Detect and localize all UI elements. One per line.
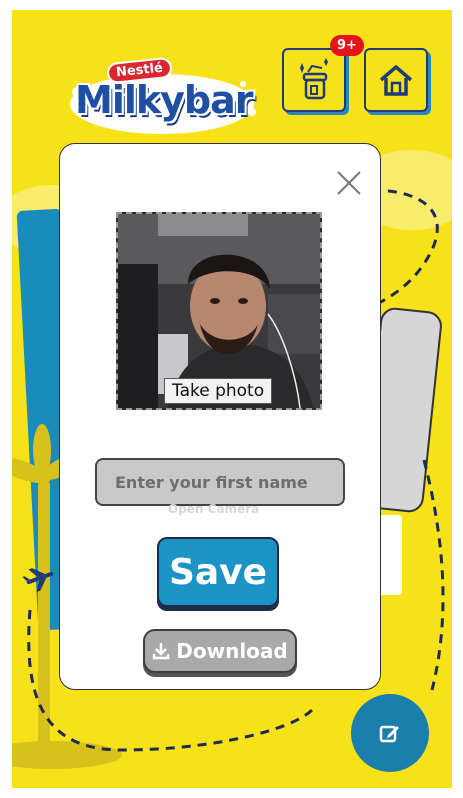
edit-icon	[379, 725, 399, 743]
flight-path-right	[422, 459, 445, 691]
rewards-button[interactable]	[282, 48, 346, 112]
milkybar-logo: Nestlé Milkybar	[67, 52, 262, 140]
download-button[interactable]: Download	[143, 629, 297, 673]
rewards-jar-icon	[300, 58, 328, 100]
first-name-input[interactable]	[95, 458, 345, 506]
camera-preview: Take photo	[116, 212, 322, 410]
photo-modal: Take photo Open Camera Save Download	[59, 143, 381, 690]
close-icon[interactable]	[336, 170, 362, 196]
home-button[interactable]	[364, 48, 428, 112]
take-photo-button[interactable]: Take photo	[164, 378, 273, 404]
logo-text: Milkybar	[75, 78, 253, 122]
notification-badge: 9+	[330, 35, 364, 56]
home-icon	[379, 65, 413, 96]
page-background: Nestlé Milkybar 9+ Take photo Enter your…	[12, 10, 452, 788]
save-button[interactable]: Save	[157, 537, 279, 607]
download-icon	[153, 643, 170, 660]
download-label: Download	[176, 639, 288, 663]
open-camera-link[interactable]: Open Camera	[168, 502, 259, 516]
edit-fab-button[interactable]	[351, 694, 429, 772]
